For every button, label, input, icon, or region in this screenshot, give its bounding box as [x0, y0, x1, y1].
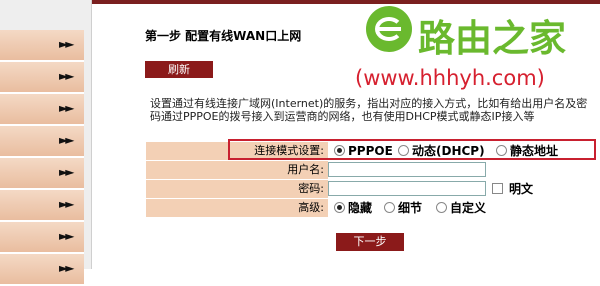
sidebar: ►► ►► ►► ►► ►► ►► ►► ►► [0, 0, 92, 286]
logo-text: 路由之家 [418, 17, 566, 60]
watermark-url: (www.hhhyh.com) [355, 66, 545, 90]
double-arrow-icon: ►► [59, 69, 75, 83]
sidebar-item[interactable]: ►► [0, 190, 84, 222]
password-input[interactable] [328, 181, 486, 196]
sidebar-item[interactable]: ►► [0, 158, 84, 190]
checkbox-icon [492, 183, 503, 194]
refresh-button[interactable]: 刷新 [145, 61, 213, 78]
top-strip [92, 0, 600, 4]
advanced-label: 高级: [146, 199, 328, 217]
username-input[interactable] [328, 162, 486, 177]
show-password-label: 明文 [509, 182, 534, 196]
double-arrow-icon: ►► [59, 261, 75, 275]
sidebar-item[interactable]: ►► [0, 126, 84, 158]
page-title: 第一步 配置有线WAN口上网 [145, 29, 302, 43]
logo-e-icon [366, 6, 412, 52]
highlight-box [228, 139, 596, 160]
advanced-option-custom[interactable]: 自定义 [436, 199, 486, 217]
double-arrow-icon: ►► [59, 101, 75, 115]
sidebar-item[interactable]: ►► [0, 62, 84, 94]
advanced-option-label: 隐藏 [348, 201, 373, 215]
password-label: 密码: [146, 180, 328, 198]
sidebar-item[interactable]: ►► [0, 254, 84, 286]
sidebar-item[interactable]: ►► [0, 222, 84, 254]
radio-icon [384, 202, 395, 213]
double-arrow-icon: ►► [59, 37, 75, 51]
double-arrow-icon: ►► [59, 133, 75, 147]
radio-icon [436, 202, 447, 213]
double-arrow-icon: ►► [59, 165, 75, 179]
double-arrow-icon: ►► [59, 229, 75, 243]
advanced-row: 高级: 隐藏 细节 自定义 [146, 199, 595, 217]
sidebar-item[interactable]: ►► [0, 94, 84, 126]
advanced-option-detail[interactable]: 细节 [384, 199, 422, 217]
advanced-option-hide[interactable]: 隐藏 [334, 199, 372, 217]
advanced-option-label: 细节 [398, 201, 423, 215]
description-text: 设置通过有线连接广域网(Internet)的服务，指出对应的接入方式，比如有给出… [150, 97, 588, 123]
advanced-options: 隐藏 细节 自定义 [328, 199, 595, 217]
password-row: 密码: 明文 [146, 180, 595, 198]
next-step-button[interactable]: 下一步 [336, 233, 404, 251]
advanced-option-label: 自定义 [450, 201, 487, 215]
double-arrow-icon: ►► [59, 197, 75, 211]
show-password-toggle[interactable]: 明文 [492, 180, 533, 198]
username-row: 用户名: [146, 161, 595, 179]
username-label: 用户名: [146, 161, 328, 179]
radio-selected-icon [334, 202, 345, 213]
sidebar-item[interactable]: ►► [0, 30, 84, 62]
site-logo: 路由之家 [366, 6, 596, 60]
